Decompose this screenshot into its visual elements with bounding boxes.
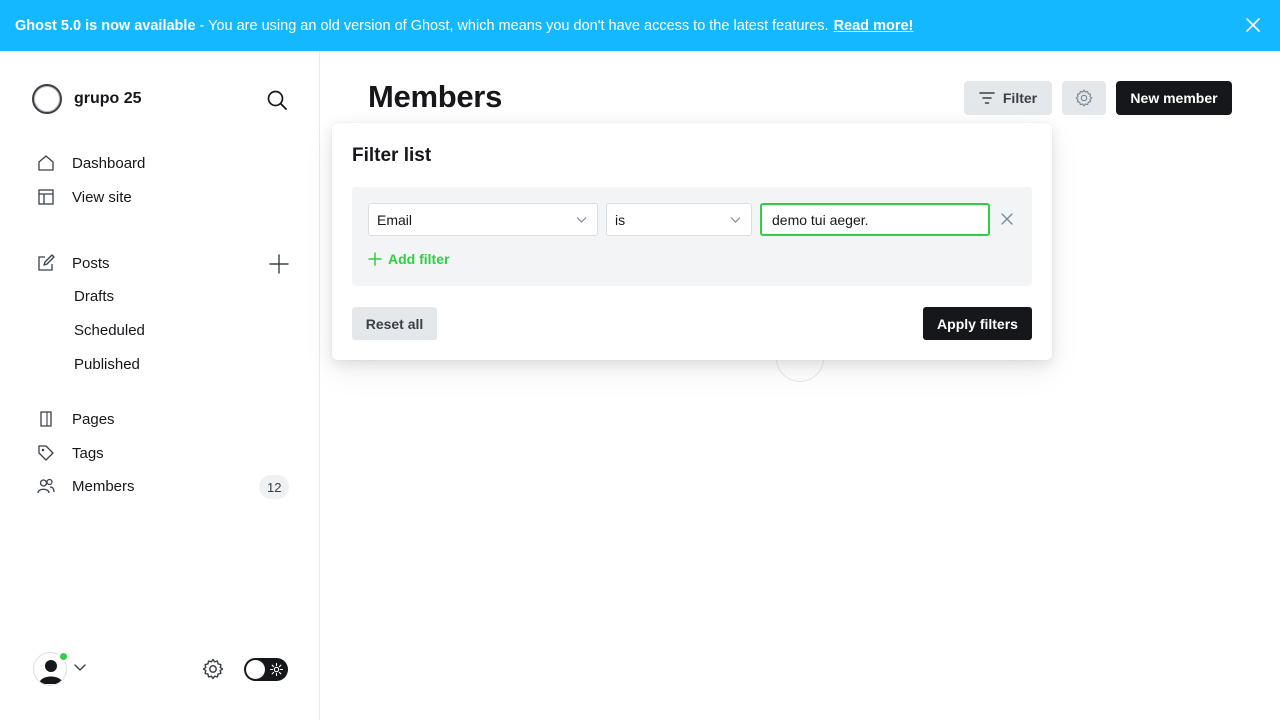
nav-drafts[interactable]: Drafts	[74, 288, 114, 305]
nav-label: Tags	[72, 444, 104, 462]
filter-icon	[979, 92, 995, 104]
site-name: grupo 25	[74, 90, 142, 107]
nav-scheduled[interactable]: Scheduled	[74, 322, 145, 339]
filter-button[interactable]: Filter	[964, 81, 1052, 115]
members-icon	[36, 476, 56, 496]
filter-popup-title: Filter list	[352, 145, 432, 166]
banner-read-more-link[interactable]: Read more!	[834, 18, 914, 34]
nav-tags[interactable]: Tags	[36, 443, 104, 463]
gear-icon	[1075, 89, 1093, 107]
chevron-down-icon	[730, 217, 741, 223]
nav-published[interactable]: Published	[74, 356, 140, 373]
toggle-knob	[246, 660, 265, 679]
banner-message: - You are using an old version of Ghost,…	[199, 17, 829, 34]
search-icon[interactable]	[266, 89, 288, 111]
nav-label: Members	[72, 477, 135, 495]
filter-operator-select[interactable]: is	[606, 203, 752, 236]
filter-field-value: Email	[377, 211, 413, 228]
nav-posts[interactable]: Posts	[36, 253, 110, 273]
edit-icon	[36, 253, 56, 273]
home-icon	[36, 153, 56, 173]
filter-field-select[interactable]: Email	[368, 203, 598, 236]
nav-members[interactable]: Members	[36, 476, 135, 496]
close-icon[interactable]	[1000, 212, 1014, 226]
site-brand[interactable]: grupo 25	[32, 84, 142, 114]
filter-popup: Filter list Email is Add filter Reset al…	[332, 123, 1052, 360]
plus-icon	[368, 252, 382, 266]
update-banner: Ghost 5.0 is now available - You are usi…	[0, 0, 1280, 51]
page-icon	[36, 409, 56, 429]
members-count-badge: 12	[259, 475, 290, 499]
user-menu[interactable]	[33, 651, 69, 686]
chevron-down-icon[interactable]	[74, 661, 86, 673]
members-settings-button[interactable]	[1062, 81, 1106, 115]
add-filter-button[interactable]: Add filter	[368, 251, 449, 267]
banner-title: Ghost 5.0 is now available	[15, 17, 196, 34]
filter-rows: Email is Add filter	[352, 187, 1032, 286]
nav-view-site[interactable]: View site	[36, 187, 132, 207]
chevron-down-icon	[576, 217, 587, 223]
filter-value-input[interactable]	[760, 203, 990, 236]
gear-icon[interactable]	[201, 657, 225, 681]
tag-icon	[36, 443, 56, 463]
site-logo	[32, 84, 62, 114]
nav-label: Dashboard	[72, 154, 146, 172]
online-status-dot	[58, 651, 69, 662]
nav-label: View site	[72, 188, 132, 206]
apply-filters-button[interactable]: Apply filters	[923, 307, 1032, 340]
new-member-button[interactable]: New member	[1116, 81, 1232, 115]
nav-dashboard[interactable]: Dashboard	[36, 153, 145, 173]
theme-toggle[interactable]	[244, 658, 288, 681]
nav-label: Posts	[72, 254, 110, 272]
nav-label: Pages	[72, 410, 115, 428]
page-title: Members	[368, 79, 503, 114]
add-filter-label: Add filter	[388, 251, 450, 267]
close-icon[interactable]	[1244, 16, 1262, 34]
sun-icon	[270, 663, 283, 676]
layout-icon	[36, 187, 56, 207]
reset-all-button[interactable]: Reset all	[352, 307, 437, 340]
add-post-icon[interactable]	[268, 253, 290, 275]
filter-button-label: Filter	[1002, 90, 1038, 106]
filter-operator-value: is	[615, 211, 626, 228]
sidebar: grupo 25 Dashboard View site Posts Draft…	[0, 51, 320, 720]
nav-pages[interactable]: Pages	[36, 409, 115, 429]
